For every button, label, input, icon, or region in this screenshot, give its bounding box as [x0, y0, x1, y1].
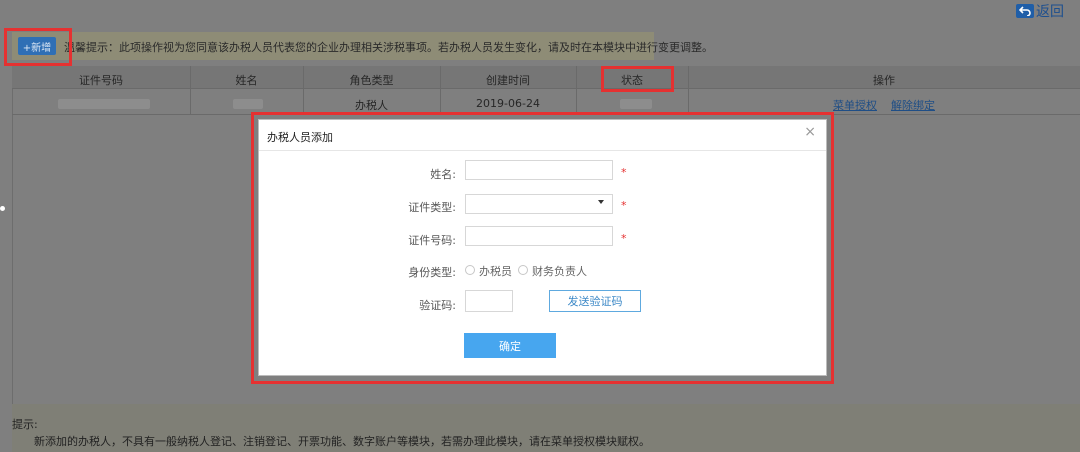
col-header-created: 创建时间 — [486, 74, 530, 87]
add-taxpayer-dialog: 办税人员添加 × 姓名: * 证件类型: * 证件号码: * 身份类型: 办税员… — [259, 120, 826, 375]
back-button[interactable]: 返回 — [1016, 1, 1064, 21]
dialog-header: 办税人员添加 × — [259, 120, 826, 151]
required-mark: * — [621, 166, 627, 179]
identity-label: 身份类型: — [408, 266, 456, 279]
caret-down-icon — [598, 200, 604, 204]
add-button[interactable]: +新增 — [18, 37, 56, 55]
confirm-button[interactable]: 确定 — [464, 333, 556, 358]
close-icon[interactable]: × — [804, 124, 816, 140]
verify-label: 验证码: — [419, 299, 456, 312]
radio-circle-icon — [465, 265, 475, 275]
bottom-tip-label: 提示: — [12, 418, 38, 431]
id-number-input[interactable] — [465, 226, 613, 246]
header-divider — [12, 88, 1080, 89]
name-input[interactable] — [465, 160, 613, 180]
back-label: 返回 — [1036, 4, 1064, 20]
menu-authorize-link[interactable]: 菜单授权 — [830, 97, 880, 113]
bottom-tip-text: 新添加的办税人，不具有一般纳税人登记、注销登记、开票功能、数字账户等模块，若需办… — [34, 435, 650, 448]
dialog-title: 办税人员添加 — [267, 131, 333, 144]
blurred-status — [620, 99, 652, 109]
return-arrow-icon — [1016, 4, 1034, 18]
send-code-button[interactable]: 发送验证码 — [549, 290, 641, 312]
col-header-name: 姓名 — [235, 74, 258, 87]
col-header-actions: 操作 — [873, 74, 895, 87]
notice-text: 温馨提示：此项操作视为您同意该办税人员代表您的企业办理相关涉税事项。若办税人员发… — [64, 41, 713, 54]
radio-tax-clerk[interactable]: 办税员 — [465, 263, 512, 279]
id-type-label: 证件类型: — [408, 201, 456, 214]
radio-finance-head[interactable]: 财务负责人 — [518, 263, 587, 279]
cell-role: 办税人 — [355, 99, 388, 112]
id-type-select[interactable] — [465, 194, 613, 214]
col-header-role: 角色类型 — [349, 74, 394, 87]
page: 返回 +新增 温馨提示：此项操作视为您同意该办税人员代表您的企业办理相关涉税事项… — [0, 0, 1080, 452]
radio-circle-icon — [518, 265, 528, 275]
cursor-dot — [0, 206, 5, 211]
blurred-name — [233, 99, 263, 109]
col-header-status: 状态 — [621, 74, 643, 87]
identity-radio-group: 办税员 财务负责人 — [465, 263, 587, 279]
blurred-id-number — [58, 99, 150, 109]
required-mark: * — [621, 232, 627, 245]
col-header-id-number: 证件号码 — [79, 74, 123, 87]
required-mark: * — [621, 199, 627, 212]
cell-created: 2019-06-24 — [476, 97, 540, 110]
id-number-label: 证件号码: — [408, 234, 456, 247]
row-divider — [12, 114, 1080, 115]
name-label: 姓名: — [430, 168, 456, 181]
unbind-link[interactable]: 解除绑定 — [888, 97, 938, 113]
verify-code-input[interactable] — [465, 290, 513, 312]
